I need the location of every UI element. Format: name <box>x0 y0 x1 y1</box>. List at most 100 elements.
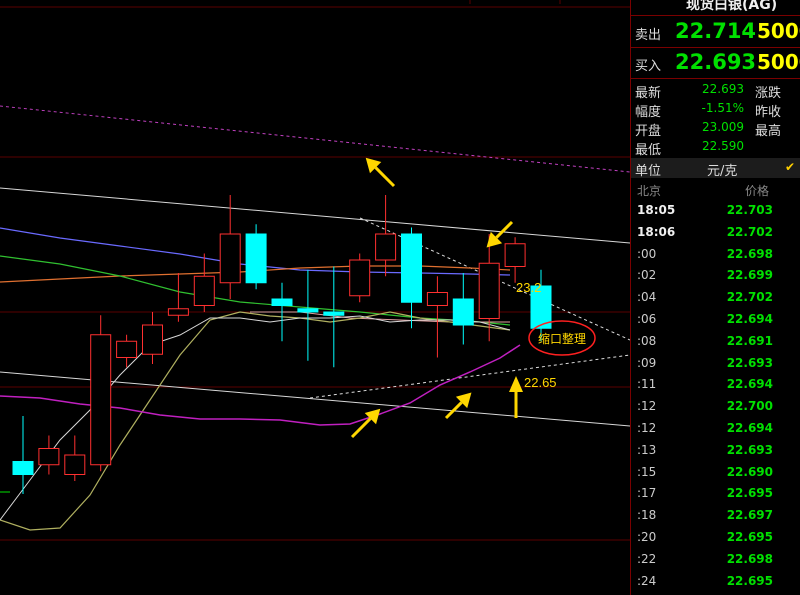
candle-body <box>297 308 319 313</box>
level-label-low: 22.65 <box>524 375 557 390</box>
tick-price: 22.694 <box>726 312 773 326</box>
candle <box>452 273 474 345</box>
ma-magenta-line <box>0 344 521 426</box>
divider <box>631 47 800 48</box>
tick-row[interactable]: :18 22.697 <box>631 505 800 526</box>
unit-value: 元/克 <box>707 164 738 179</box>
candle-body <box>478 262 500 319</box>
info-value: 22.590 <box>702 139 744 153</box>
candle-body <box>64 454 86 475</box>
tick-row[interactable]: :24 22.695 <box>631 571 800 592</box>
unit-bar[interactable]: 单位 元/克 ✔ <box>631 158 800 179</box>
channel-upper-line <box>0 187 630 244</box>
info-key-secondary: 涨跌 <box>755 86 782 101</box>
check-icon[interactable]: ✔ <box>785 160 795 174</box>
candle <box>116 334 138 368</box>
info-value: 22.693 <box>702 82 744 96</box>
sell-label: 卖出 <box>635 28 662 43</box>
candle <box>504 237 526 283</box>
tick-row[interactable]: :11 22.694 <box>631 374 800 395</box>
ma-white-line <box>0 315 511 521</box>
sell-volume: 5000 <box>757 19 800 43</box>
tick-row[interactable]: :22 22.698 <box>631 549 800 570</box>
candle-body <box>323 311 345 316</box>
tick-price: 22.697 <box>726 508 773 523</box>
arrow-icon <box>444 392 472 420</box>
info-key-secondary: 昨收 <box>755 105 782 120</box>
tick-price: 22.702 <box>726 290 773 305</box>
candle <box>142 312 163 364</box>
tick-price: 22.702 <box>726 224 773 239</box>
arrow-icon <box>509 376 523 418</box>
candle-body <box>426 292 448 306</box>
tick-row[interactable]: :12 22.694 <box>631 418 800 439</box>
tick-price: 22.694 <box>726 421 773 435</box>
tick-time: :08 <box>637 333 657 348</box>
candle <box>478 234 500 342</box>
candle <box>349 253 371 303</box>
col-time-header: 北京 <box>637 184 662 198</box>
tick-price: 22.693 <box>726 355 773 370</box>
tick-row[interactable]: :04 22.702 <box>631 287 800 308</box>
candle-body <box>219 233 241 284</box>
unit-label: 单位 <box>635 164 662 179</box>
candle-body <box>504 243 526 267</box>
candle-body <box>12 461 34 475</box>
candle-body <box>245 233 267 284</box>
candle <box>219 195 241 299</box>
buy-quote-row[interactable]: 买入 22.693 5000 <box>631 49 800 77</box>
tick-time: :24 <box>637 573 657 588</box>
tick-time: :13 <box>637 442 657 457</box>
tick-row[interactable]: :00 22.698 <box>631 244 800 265</box>
candle <box>297 269 319 361</box>
tick-price: 22.698 <box>726 246 773 261</box>
tick-row[interactable]: :15 22.690 <box>631 462 800 483</box>
quote-panel: 现货白银(AG) 卖出 22.714 5000 买入 22.693 5000 最… <box>630 0 800 595</box>
info-key: 最新 <box>635 86 662 101</box>
divider <box>631 78 800 79</box>
tick-time: :12 <box>637 421 657 435</box>
buy-label: 买入 <box>635 59 662 74</box>
tick-row[interactable]: :13 22.693 <box>631 440 800 461</box>
tick-time: :09 <box>637 355 657 370</box>
info-value: 23.009 <box>702 120 744 134</box>
info-row: 最低 22.590 <box>631 139 800 158</box>
candle <box>426 276 448 358</box>
tick-row[interactable]: :09 22.693 <box>631 353 800 374</box>
tick-row[interactable]: :08 22.691 <box>631 331 800 352</box>
tick-row[interactable]: :06 22.694 <box>631 309 800 330</box>
candle-body <box>271 298 293 306</box>
col-price-header: 价格 <box>745 184 770 198</box>
tick-row[interactable]: 18:05 22.703 <box>631 200 800 221</box>
candle <box>167 273 189 322</box>
tick-price: 22.695 <box>726 486 773 501</box>
tick-row[interactable]: :17 22.695 <box>631 483 800 504</box>
tick-row[interactable]: :12 22.700 <box>631 396 800 417</box>
candle-body <box>116 340 138 358</box>
tick-time: :04 <box>637 290 657 305</box>
tick-table-header: 北京 价格 <box>631 181 800 199</box>
sell-quote-row[interactable]: 卖出 22.714 5000 <box>631 18 800 46</box>
candle-body <box>193 275 215 306</box>
tick-time: :11 <box>637 377 657 392</box>
tick-time: 18:05 <box>637 203 676 217</box>
tick-row[interactable]: :20 22.695 <box>631 527 800 548</box>
candle-body <box>401 233 422 303</box>
candle <box>193 253 215 312</box>
tick-price: 22.698 <box>726 551 773 566</box>
level-label-high: 23.2 <box>516 280 541 295</box>
candle-body <box>375 233 397 261</box>
instrument-title: 现货白银(AG) <box>686 0 778 12</box>
tick-row[interactable]: 18:06 22.702 <box>631 222 800 243</box>
tick-price: 22.695 <box>726 530 773 544</box>
candle-body <box>167 308 189 316</box>
tick-price: 22.700 <box>726 399 773 414</box>
info-row: 最新 22.693 涨跌 <box>631 82 800 101</box>
tick-row[interactable]: :02 22.699 <box>631 265 800 286</box>
tick-time: :17 <box>637 486 657 501</box>
candle <box>38 435 60 475</box>
magenta-dashed-trendline <box>0 105 630 173</box>
tick-price: 22.699 <box>726 268 773 283</box>
tick-price: 22.693 <box>726 442 773 457</box>
info-key: 最低 <box>635 143 662 158</box>
